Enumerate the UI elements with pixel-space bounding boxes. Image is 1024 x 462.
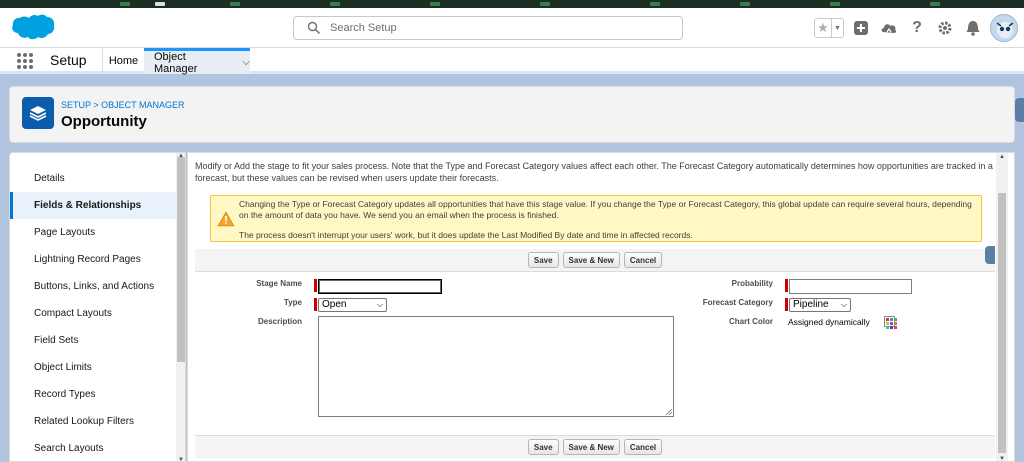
- stage-name-input[interactable]: [318, 279, 442, 294]
- resize-grip-icon[interactable]: [666, 409, 672, 415]
- tab-home[interactable]: Home: [103, 48, 144, 74]
- sidebar-item-object-limits[interactable]: Object Limits: [10, 354, 176, 381]
- header-utility-icons: ★ ▼ ?: [814, 13, 1018, 43]
- chevron-down-icon[interactable]: ▼: [831, 19, 843, 37]
- avatar[interactable]: [990, 14, 1018, 42]
- sidebar-item-buttons-links-actions[interactable]: Buttons, Links, and Actions: [10, 273, 176, 300]
- probability-label: Probability: [731, 279, 773, 288]
- forecast-category-select[interactable]: Pipeline ⌵: [789, 298, 851, 312]
- warning-text: Changing the Type or Forecast Category u…: [239, 199, 972, 220]
- sidebar-item-fields-relationships[interactable]: Fields & Relationships: [10, 192, 176, 219]
- favorites-control[interactable]: ★ ▼: [814, 18, 844, 38]
- app-name: Setup: [50, 52, 87, 68]
- object-sidebar: Details Fields & Relationships Page Layo…: [9, 152, 186, 462]
- sidebar-item-search-layouts[interactable]: Search Layouts: [10, 435, 176, 461]
- forecast-category-label: Forecast Category: [702, 298, 773, 307]
- bell-icon[interactable]: [962, 17, 984, 39]
- scroll-down-icon[interactable]: ▼: [178, 457, 184, 461]
- salesforce-logo[interactable]: [10, 13, 56, 43]
- stage-name-label: Stage Name: [256, 279, 302, 288]
- scroll-thumb[interactable]: [177, 157, 185, 362]
- context-bar: Setup Home Object Manager ⌵: [0, 48, 1024, 75]
- sidebar-item-record-types[interactable]: Record Types: [10, 381, 176, 408]
- side-panel-handle[interactable]: [1015, 98, 1024, 122]
- save-button[interactable]: Save: [527, 439, 559, 455]
- chevron-down-icon: ⌵: [376, 300, 383, 309]
- chart-color-label: Chart Color: [729, 317, 773, 326]
- global-header: ★ ▼ ?: [0, 8, 1024, 48]
- breadcrumb[interactable]: SETUP > OBJECT MANAGER: [61, 100, 184, 110]
- layers-icon: [22, 97, 54, 129]
- sidebar-item-field-sets[interactable]: Field Sets: [10, 327, 176, 354]
- search-icon: [307, 21, 320, 34]
- object-header: SETUP > OBJECT MANAGER Opportunity: [9, 86, 1015, 143]
- required-indicator: [785, 279, 788, 292]
- trailhead-icon[interactable]: [878, 17, 900, 39]
- bottom-button-row: Save Save & New Cancel: [195, 435, 995, 458]
- save-new-button[interactable]: Save & New: [562, 439, 620, 455]
- panel-handle[interactable]: [985, 246, 995, 264]
- cancel-button[interactable]: Cancel: [623, 252, 663, 268]
- required-indicator: [314, 279, 317, 292]
- type-select[interactable]: Open ⌵: [318, 298, 387, 312]
- sidebar-item-details[interactable]: Details: [10, 165, 176, 192]
- scroll-thumb[interactable]: [998, 193, 1006, 453]
- scroll-down-icon[interactable]: ▼: [999, 456, 1005, 461]
- description-label: Description: [257, 317, 302, 326]
- chart-color-value: Assigned dynamically: [788, 317, 870, 327]
- app-launcher-icon[interactable]: [17, 53, 33, 69]
- cancel-button[interactable]: Cancel: [623, 439, 663, 455]
- help-icon[interactable]: ?: [906, 17, 928, 39]
- probability-input[interactable]: [789, 279, 912, 294]
- scroll-up-icon[interactable]: ▲: [999, 154, 1005, 160]
- description-textarea[interactable]: [318, 316, 674, 417]
- chevron-down-icon[interactable]: ⌵: [242, 57, 250, 68]
- required-indicator: [314, 298, 317, 311]
- sidebar-item-compact-layouts[interactable]: Compact Layouts: [10, 300, 176, 327]
- setup-search[interactable]: [293, 16, 683, 40]
- warning-icon: [217, 211, 235, 227]
- save-new-button[interactable]: Save & New: [562, 252, 620, 268]
- warning-note: The process doesn't interrupt your users…: [239, 230, 693, 240]
- content-scrollbar[interactable]: ▲ ▼: [996, 153, 1008, 461]
- gear-icon[interactable]: [934, 17, 956, 39]
- search-input[interactable]: [330, 20, 670, 36]
- forecast-category-value: Pipeline: [793, 299, 829, 310]
- add-icon[interactable]: [850, 17, 872, 39]
- browser-bookmark-bar: [0, 0, 1024, 8]
- type-select-value: Open: [322, 299, 347, 310]
- save-button[interactable]: Save: [527, 252, 559, 268]
- top-button-row: Save Save & New Cancel: [195, 249, 995, 272]
- type-label: Type: [283, 298, 302, 307]
- sidebar-scrollbar[interactable]: ▲ ▼: [176, 153, 185, 461]
- page-title: Opportunity: [61, 113, 147, 130]
- star-icon[interactable]: ★: [815, 19, 831, 37]
- tab-object-manager-label: Object Manager: [154, 50, 198, 75]
- tab-object-manager[interactable]: Object Manager ⌵: [144, 48, 250, 75]
- warning-message: Changing the Type or Forecast Category u…: [210, 195, 982, 242]
- sidebar-item-lightning-record-pages[interactable]: Lightning Record Pages: [10, 246, 176, 273]
- chevron-down-icon: ⌵: [840, 300, 847, 309]
- sidebar-item-page-layouts[interactable]: Page Layouts: [10, 219, 176, 246]
- intro-text: Modify or Add the stage to fit your sale…: [195, 161, 993, 183]
- sidebar-item-related-lookup-filters[interactable]: Related Lookup Filters: [10, 408, 176, 435]
- stage-edit-panel: Modify or Add the stage to fit your sale…: [187, 152, 1015, 462]
- color-picker-icon[interactable]: [884, 316, 897, 329]
- required-indicator: [785, 298, 788, 311]
